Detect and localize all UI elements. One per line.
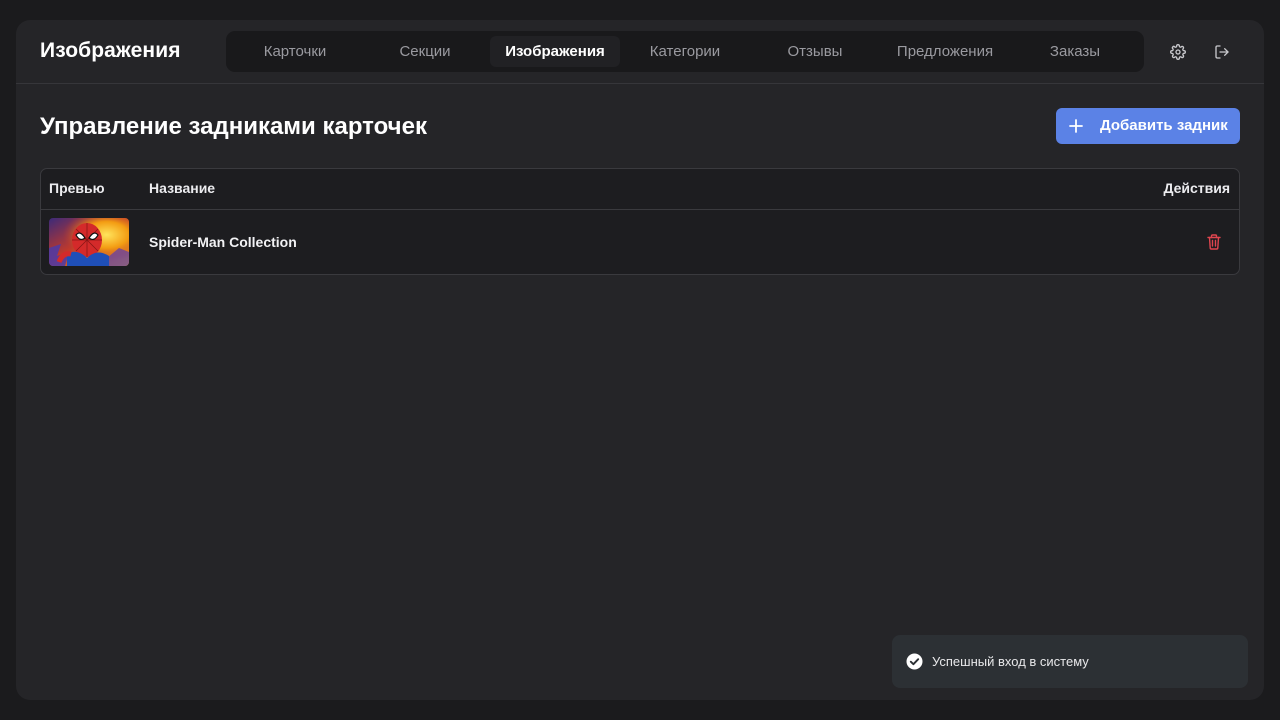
toast-message: Успешный вход в систему — [932, 654, 1089, 669]
tab-images[interactable]: Изображения — [490, 36, 620, 67]
spider-man-image — [49, 218, 129, 266]
column-header-actions: Действия — [1163, 180, 1230, 196]
tab-offers[interactable]: Предложения — [880, 36, 1010, 67]
gear-icon[interactable] — [1168, 42, 1188, 62]
tab-reviews[interactable]: Отзывы — [750, 36, 880, 67]
tab-cards[interactable]: Карточки — [226, 36, 364, 67]
add-backdrop-button[interactable]: Добавить задник — [1056, 108, 1240, 144]
add-backdrop-label: Добавить задник — [1100, 117, 1228, 134]
table-header: Превью Название Действия — [41, 169, 1239, 210]
logout-icon[interactable] — [1212, 42, 1232, 62]
tab-orders[interactable]: Заказы — [1010, 36, 1140, 67]
plus-icon — [1069, 117, 1083, 135]
trash-icon[interactable] — [1206, 233, 1222, 251]
page-title: Управление задниками карточек — [40, 113, 427, 140]
toast-notification: Успешный вход в систему — [892, 635, 1248, 688]
nav-tabs: Карточки Секции Изображения Категории От… — [226, 31, 1144, 72]
backdrops-table: Превью Название Действия Spider-Man Coll… — [40, 168, 1240, 275]
app-title: Изображения — [40, 39, 181, 62]
top-header: Изображения Карточки Секции Изображения … — [16, 20, 1264, 84]
tab-categories[interactable]: Категории — [620, 36, 750, 67]
column-header-preview: Превью — [49, 180, 105, 196]
row-name: Spider-Man Collection — [149, 234, 297, 250]
app-window: Изображения Карточки Секции Изображения … — [16, 20, 1264, 700]
table-row: Spider-Man Collection — [41, 210, 1239, 274]
column-header-name: Название — [149, 180, 216, 196]
check-circle-icon — [906, 653, 923, 670]
tab-sections[interactable]: Секции — [360, 36, 490, 67]
